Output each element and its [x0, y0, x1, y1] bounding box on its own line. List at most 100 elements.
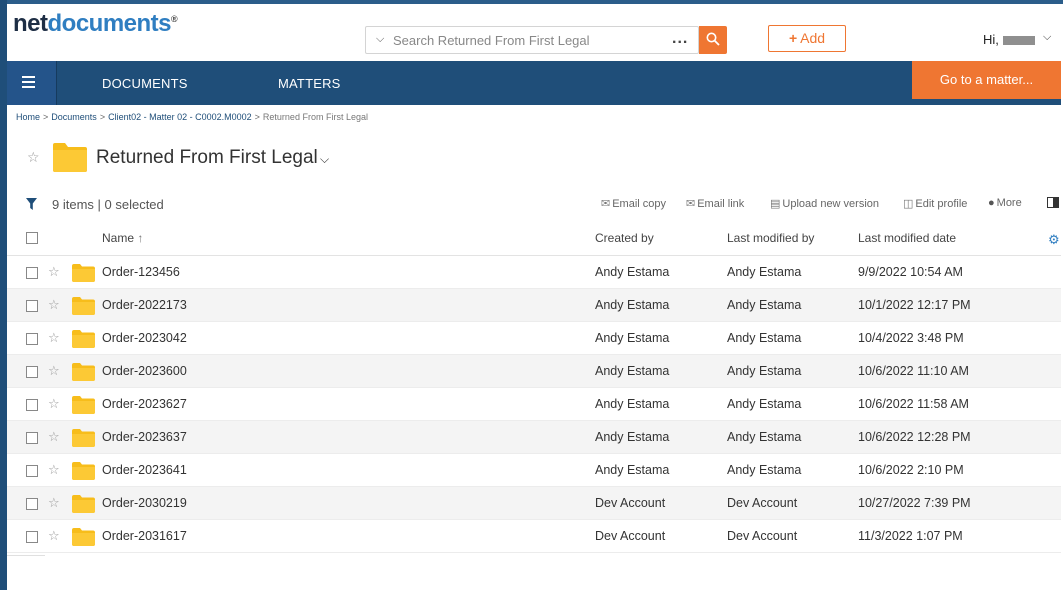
row-last-modified-by: Andy Estama — [727, 397, 802, 411]
favorite-star-icon[interactable]: ☆ — [48, 528, 60, 544]
row-created-by: Andy Estama — [595, 265, 670, 279]
row-last-modified-date: 10/4/2022 3:48 PM — [858, 331, 964, 345]
row-name-link[interactable]: Order-2031617 — [102, 529, 187, 543]
column-header-last-modified-date[interactable]: Last modified date — [858, 231, 956, 245]
nav-documents[interactable]: DOCUMENTS — [102, 76, 188, 91]
table-row[interactable]: ☆ Order-2022173 Andy Estama Andy Estama 10/1… — [7, 289, 1061, 322]
row-checkbox[interactable] — [26, 300, 38, 312]
folder-icon — [72, 396, 95, 414]
folder-icon — [72, 528, 95, 546]
row-checkbox[interactable] — [26, 465, 38, 477]
breadcrumb-client[interactable]: Client02 - Matter 02 - C0002.M0002 — [108, 112, 252, 122]
filter-icon[interactable] — [26, 198, 37, 210]
table-row[interactable]: ☆ Order-2023637 Andy Estama Andy Estama 10/6… — [7, 421, 1061, 454]
go-to-matter-button[interactable]: Go to a matter... — [912, 61, 1061, 99]
favorite-star-icon[interactable]: ☆ — [48, 462, 60, 478]
table-row[interactable]: ☆ Order-2023641 Andy Estama Andy Estama 10/6… — [7, 454, 1061, 487]
column-header-created-by[interactable]: Created by — [595, 231, 654, 245]
panel-toggle-icon[interactable] — [1047, 197, 1059, 208]
sort-ascending-icon: ↑ — [137, 231, 144, 245]
row-last-modified-by: Andy Estama — [727, 265, 802, 279]
edit-profile-button[interactable]: ◫ Edit profile — [903, 197, 967, 210]
favorite-star-icon[interactable]: ☆ — [48, 264, 60, 280]
row-name-link[interactable]: Order-2023641 — [102, 463, 187, 477]
nav-matters[interactable]: MATTERS — [278, 76, 341, 91]
main-navbar: DOCUMENTS MATTERS Go to a matter... — [7, 61, 1061, 105]
table-end-divider — [7, 555, 45, 566]
upload-icon: ▤ — [770, 198, 781, 210]
row-checkbox[interactable] — [26, 531, 38, 543]
breadcrumb-documents[interactable]: Documents — [51, 112, 97, 122]
row-name-link[interactable]: Order-123456 — [102, 265, 180, 279]
table-header: Name ↑ Created by Last modified by Last … — [7, 222, 1061, 256]
email-link-icon: ✉ — [686, 198, 696, 210]
favorite-star-icon[interactable]: ☆ — [48, 495, 60, 511]
folder-icon — [53, 143, 87, 172]
row-last-modified-date: 10/6/2022 11:58 AM — [858, 397, 969, 411]
row-last-modified-date: 10/6/2022 11:10 AM — [858, 364, 969, 378]
search-options-button[interactable]: ... — [672, 30, 688, 48]
more-button[interactable]: ● More — [988, 197, 1022, 209]
breadcrumb-current: Returned From First Legal — [262, 112, 368, 122]
gear-icon[interactable]: ⚙ — [1048, 232, 1060, 248]
table-row[interactable]: ☆ Order-2031617 Dev Account Dev Account 11/3… — [7, 520, 1061, 553]
upload-new-version-button[interactable]: ▤ Upload new version — [770, 197, 879, 210]
hamburger-menu-icon[interactable] — [7, 61, 57, 105]
row-checkbox[interactable] — [26, 498, 38, 510]
table-row[interactable]: ☆ Order-2023627 Andy Estama Andy Estama 10/6… — [7, 388, 1061, 421]
row-name-link[interactable]: Order-2022173 — [102, 298, 187, 312]
title-chevron-down-icon[interactable]: ⌵ — [320, 152, 329, 167]
row-name-link[interactable]: Order-2023600 — [102, 364, 187, 378]
table-row[interactable]: ☆ Order-2030219 Dev Account Dev Account 10/2… — [7, 487, 1061, 520]
row-created-by: Dev Account — [595, 529, 666, 543]
row-name-link[interactable]: Order-2030219 — [102, 496, 187, 510]
folder-icon — [72, 429, 95, 447]
email-link-button[interactable]: ✉ Email link — [686, 197, 744, 210]
folder-icon — [72, 495, 95, 513]
breadcrumb-home[interactable]: Home — [16, 112, 40, 122]
search-scope-chevron-down-icon[interactable]: ⌵ — [376, 33, 384, 46]
favorite-star-icon[interactable]: ☆ — [48, 429, 60, 445]
row-name-link[interactable]: Order-2023627 — [102, 397, 187, 411]
window-left-border — [0, 0, 7, 590]
row-checkbox[interactable] — [26, 399, 38, 411]
select-all-checkbox[interactable] — [26, 232, 38, 244]
row-last-modified-date: 10/27/2022 7:39 PM — [858, 496, 971, 510]
row-created-by: Andy Estama — [595, 331, 670, 345]
user-name-redacted[interactable] — [1003, 36, 1035, 45]
favorite-star-icon[interactable]: ☆ — [27, 149, 40, 166]
row-created-by: Andy Estama — [595, 463, 670, 477]
row-checkbox[interactable] — [26, 333, 38, 345]
row-last-modified-by: Dev Account — [727, 496, 798, 510]
row-last-modified-by: Andy Estama — [727, 331, 802, 345]
column-header-last-modified-by[interactable]: Last modified by — [727, 231, 814, 245]
user-menu-chevron-down-icon[interactable]: ⌵ — [1043, 31, 1051, 44]
favorite-star-icon[interactable]: ☆ — [48, 396, 60, 412]
search-box[interactable]: ⌵ Search Returned From First Legal ... — [365, 26, 699, 54]
row-checkbox[interactable] — [26, 432, 38, 444]
row-created-by: Andy Estama — [595, 364, 670, 378]
search-button[interactable] — [699, 26, 727, 54]
row-last-modified-by: Dev Account — [727, 529, 798, 543]
email-copy-button[interactable]: ✉ Email copy — [601, 197, 666, 210]
row-name-link[interactable]: Order-2023042 — [102, 331, 187, 345]
table-row[interactable]: ☆ Order-123456 Andy Estama Andy Estama 9/9/2… — [7, 256, 1061, 289]
favorite-star-icon[interactable]: ☆ — [48, 297, 60, 313]
column-header-name[interactable]: Name ↑ — [102, 231, 143, 245]
add-button[interactable]: + Add — [768, 25, 846, 52]
search-input[interactable]: Search Returned From First Legal — [393, 33, 590, 48]
table-row[interactable]: ☆ Order-2023600 Andy Estama Andy Estama 10/6… — [7, 355, 1061, 388]
page-title[interactable]: Returned From First Legal — [96, 147, 318, 169]
more-dots-icon: ● — [988, 197, 995, 209]
row-checkbox[interactable] — [26, 366, 38, 378]
row-checkbox[interactable] — [26, 267, 38, 279]
email-copy-icon: ✉ — [601, 198, 611, 210]
row-last-modified-by: Andy Estama — [727, 430, 802, 444]
favorite-star-icon[interactable]: ☆ — [48, 330, 60, 346]
table-row[interactable]: ☆ Order-2023042 Andy Estama Andy Estama 10/4… — [7, 322, 1061, 355]
edit-profile-icon: ◫ — [903, 198, 914, 210]
netdocuments-logo[interactable]: netdocuments® — [13, 10, 178, 38]
row-last-modified-by: Andy Estama — [727, 298, 802, 312]
favorite-star-icon[interactable]: ☆ — [48, 363, 60, 379]
row-name-link[interactable]: Order-2023637 — [102, 430, 187, 444]
